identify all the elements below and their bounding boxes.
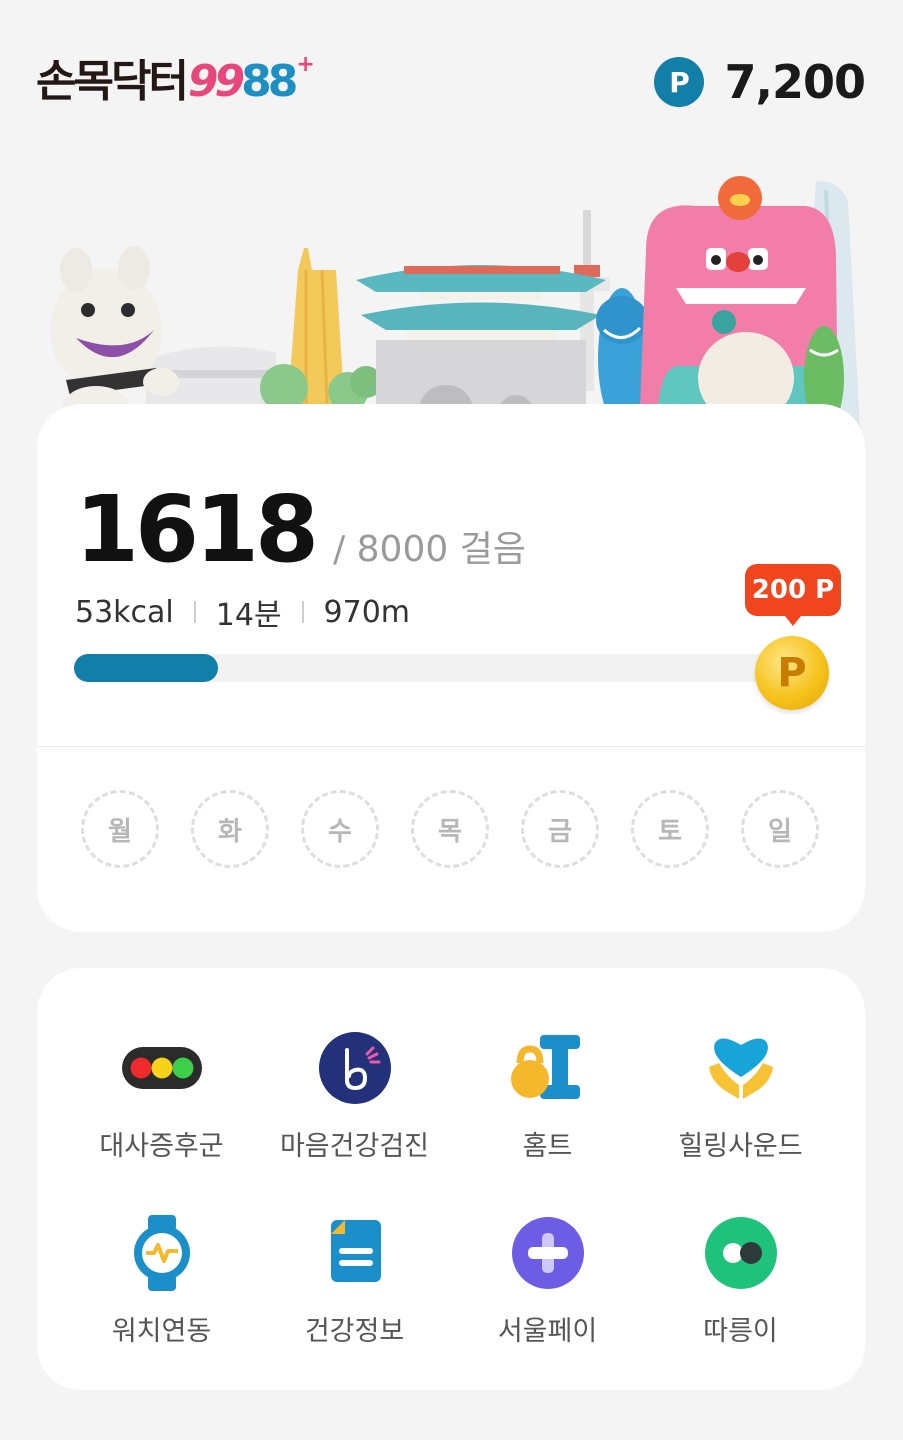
mind-check-icon [315, 1028, 395, 1108]
menu-item-kettlebell-dumbbell[interactable]: 홈트 [451, 1028, 644, 1163]
menu-item-label: 서울페이 [497, 1316, 598, 1347]
coin-symbol: P [777, 650, 807, 696]
document-icon [315, 1213, 395, 1293]
calories-value: 53kcal [75, 594, 174, 630]
card-divider [37, 746, 865, 747]
weekday-stamp: 목 [411, 790, 489, 868]
menu-item-bike-toggle[interactable]: 따릉이 [644, 1213, 837, 1348]
point-value: 7,200 [724, 55, 866, 109]
menu-card: 대사증후군 마음건강검진 홈트 힐링사운드워치연동 건강정보 서울페이 따릉이 [37, 968, 865, 1390]
step-progress-fill [74, 654, 218, 682]
activity-stats: 53kcal 14분 970m [75, 590, 410, 634]
bike-toggle-icon [701, 1213, 781, 1293]
heart-hands-icon [701, 1028, 781, 1108]
logo-text-88: 88 [241, 56, 298, 107]
traffic-light-icon [121, 1028, 202, 1108]
step-progress-bar [74, 654, 794, 682]
weekday-stamp: 월 [81, 790, 159, 868]
weekday-stamp: 일 [741, 790, 819, 868]
logo-text-korean: 손목닥터 [36, 56, 189, 107]
menu-item-label: 홈트 [522, 1131, 573, 1162]
menu-item-label: 마음건강검진 [279, 1131, 430, 1162]
distance-value: 970m [323, 594, 411, 630]
step-goal: / 8000 걸음 [333, 529, 526, 570]
menu-item-smartwatch[interactable]: 워치연동 [65, 1213, 258, 1348]
weekday-stamp: 토 [631, 790, 709, 868]
smartwatch-icon [122, 1213, 202, 1293]
stat-divider [301, 601, 304, 623]
stat-divider [193, 601, 196, 623]
app-logo: 손목닥터 99 88 + [36, 52, 315, 112]
point-coin-icon[interactable]: P [755, 636, 829, 710]
menu-item-label: 건강정보 [304, 1316, 405, 1347]
seoul-mascot-illustration [50, 176, 860, 430]
menu-item-mind-check[interactable]: 마음건강검진 [258, 1028, 451, 1163]
point-balance[interactable]: P 7,200 [654, 52, 866, 112]
menu-item-heart-hands[interactable]: 힐링사운드 [644, 1028, 837, 1163]
step-count: 1618 / 8000 걸음 [75, 480, 526, 580]
menu-item-plus-circle[interactable]: 서울페이 [451, 1213, 644, 1348]
kettlebell-dumbbell-icon [508, 1028, 588, 1108]
weekday-stamps: 월화수목금토일 [81, 790, 819, 868]
point-icon: P [654, 57, 705, 107]
minutes-value: 14분 [215, 598, 282, 633]
menu-item-traffic-light[interactable]: 대사증후군 [65, 1028, 258, 1163]
menu-item-label: 워치연동 [111, 1316, 212, 1347]
reward-badge: 200 P [745, 564, 841, 626]
weekday-stamp: 화 [191, 790, 269, 868]
step-card[interactable]: 1618 / 8000 걸음 53kcal 14분 970m 200 P P 월… [37, 404, 865, 932]
menu-item-document[interactable]: 건강정보 [258, 1213, 451, 1348]
weekday-stamp: 수 [301, 790, 379, 868]
menu-item-label: 따릉이 [703, 1316, 778, 1347]
step-count-value: 1618 [75, 476, 319, 583]
weekday-stamp: 금 [521, 790, 599, 868]
logo-text-99: 99 [187, 56, 245, 107]
menu-grid: 대사증후군 마음건강검진 홈트 힐링사운드워치연동 건강정보 서울페이 따릉이 [65, 1028, 837, 1348]
menu-item-label: 대사증후군 [99, 1131, 224, 1162]
logo-plus: + [296, 52, 315, 77]
plus-circle-icon [508, 1213, 588, 1293]
menu-item-label: 힐링사운드 [678, 1131, 803, 1162]
